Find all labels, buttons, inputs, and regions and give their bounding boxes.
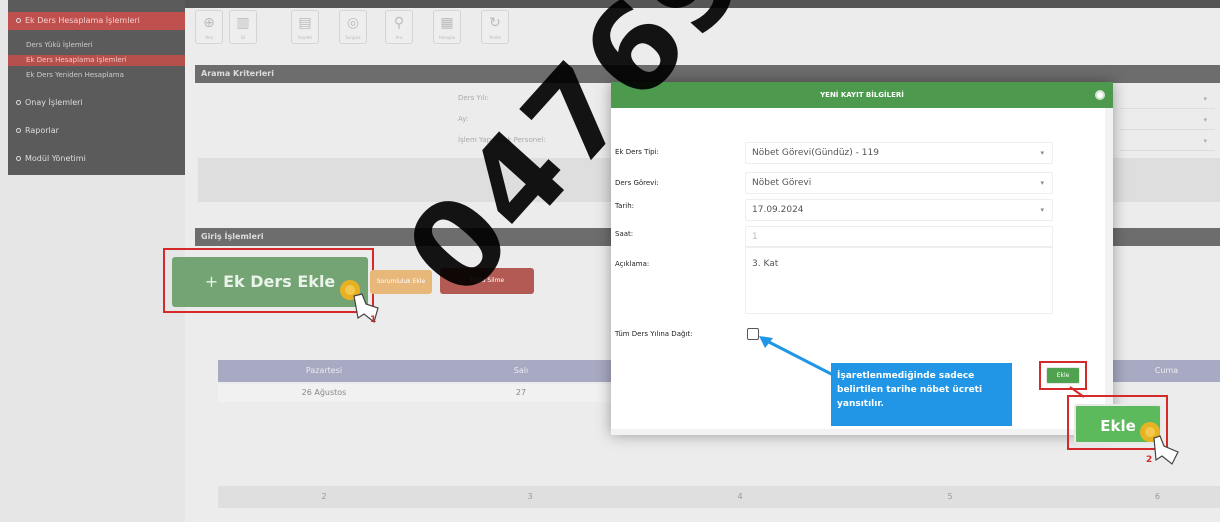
aciklama-label: Açıklama:: [615, 260, 650, 268]
toolbar-new-button[interactable]: ⊕ Yeni: [195, 10, 223, 44]
info-tooltip: İşaretlenmediğinde sadece belirtilen tar…: [831, 363, 1012, 426]
toolbar-search-button[interactable]: ⚲ Ara: [385, 10, 413, 44]
tarih-input[interactable]: 17.09.2024 ▾: [745, 199, 1053, 221]
search-criteria-header: Arama Kriterleri: [195, 65, 1220, 83]
circle-icon: [16, 128, 21, 133]
ek-ders-tipi-label: Ek Ders Tipi:: [615, 148, 659, 156]
calendar-cell[interactable]: 26 Ağustos: [218, 384, 430, 402]
toolbar-calc-button[interactable]: ▦ Hesapla: [433, 10, 461, 44]
calculator-icon: ▦: [440, 15, 454, 31]
redo-icon: ↻: [489, 15, 501, 31]
calendar-header-monday: Pazartesi: [218, 360, 430, 382]
ay-select[interactable]: ▾: [1120, 116, 1215, 130]
calendar-cell[interactable]: 5: [850, 486, 1050, 508]
modal-horizontal-scrollbar[interactable]: [611, 429, 1105, 435]
hand-cursor-icon: 1: [340, 280, 379, 325]
toolbar-refresh-button[interactable]: ↻ Yenile: [481, 10, 509, 44]
calendar-cell[interactable]: 6: [1050, 486, 1220, 508]
hand-cursor-icon: 2: [1140, 422, 1179, 465]
chevron-down-icon: ▾: [1040, 206, 1044, 214]
refresh-icon: ◎: [346, 15, 360, 31]
circle-icon: [16, 18, 21, 23]
modal-vertical-scrollbar[interactable]: [1105, 108, 1113, 435]
sidebar-subitem-ek-ders-hesaplama[interactable]: Ek Ders Hesaplama İşlemleri: [8, 55, 185, 66]
sidebar-subitem-yeniden-hesaplama[interactable]: Ek Ders Yeniden Hesaplama: [8, 70, 185, 81]
ders-yili-label: Ders Yılı:: [458, 94, 489, 102]
ay-label: Ay:: [458, 115, 469, 123]
bulk-delete-button[interactable]: Toplu Silme: [440, 268, 534, 294]
toolbar-save-button[interactable]: ▤ Kaydet: [291, 10, 319, 44]
search-icon: ⚲: [393, 15, 405, 31]
modal-ekle-button[interactable]: Ekle: [1046, 367, 1080, 384]
step-one-marker: 1: [370, 315, 376, 325]
chevron-down-icon: ▾: [1040, 179, 1044, 187]
toolbar-query-button[interactable]: ◎ Sorgula: [339, 10, 367, 44]
saat-label: Saat:: [615, 230, 634, 238]
ek-ders-tipi-select[interactable]: Nöbet Görevi(Gündüz) - 119 ▾: [745, 142, 1053, 164]
save-icon: ▤: [298, 15, 312, 31]
circle-icon: [16, 100, 21, 105]
plus-icon: +: [204, 272, 219, 291]
calendar-cell[interactable]: 2: [218, 486, 430, 508]
circle-icon: [16, 156, 21, 161]
close-icon[interactable]: [1095, 90, 1105, 100]
sidebar: Ek Ders Hesaplama İşlemleri Ders Yükü İş…: [0, 0, 185, 522]
ders-gorevi-label: Ders Görevi:: [615, 179, 659, 187]
personel-label: İşlem Yapılacak Personel:: [458, 136, 546, 144]
aciklama-textarea[interactable]: 3. Kat: [745, 246, 1053, 314]
calendar-cell[interactable]: 27: [430, 384, 612, 402]
top-bar: [185, 0, 1220, 8]
sidebar-item-raporlar[interactable]: Raporlar: [8, 122, 185, 140]
ders-gorevi-select[interactable]: Nöbet Görevi ▾: [745, 172, 1053, 194]
step-two-marker: 2: [1146, 455, 1152, 465]
chevron-down-icon: ▾: [1040, 149, 1044, 157]
modal-title: YENİ KAYIT BİLGİLERİ: [611, 82, 1113, 108]
calendar-cell[interactable]: 4: [630, 486, 850, 508]
calendar-header-tuesday: Salı: [430, 360, 612, 382]
saat-input[interactable]: 1: [745, 226, 1053, 248]
tum-ders-yilina-dagit-label: Tüm Ders Yılına Dağıt:: [615, 330, 693, 338]
sidebar-item-modul[interactable]: Modül Yönetimi: [8, 150, 185, 168]
personel-select[interactable]: ▾: [1120, 137, 1215, 151]
sidebar-item-ek-ders-hesaplama[interactable]: Ek Ders Hesaplama İşlemleri: [8, 12, 185, 30]
sidebar-item-onay[interactable]: Onay İşlemleri: [8, 94, 185, 112]
sidebar-subitem-ders-yuku[interactable]: Ders Yükü İşlemleri: [8, 40, 185, 51]
ders-yili-select[interactable]: ▾: [1120, 95, 1215, 109]
plus-icon: ⊕: [203, 15, 215, 31]
tarih-label: Tarih:: [615, 202, 635, 210]
calendar-header-friday: Cuma: [1113, 360, 1220, 382]
calendar-cell[interactable]: 3: [430, 486, 630, 508]
toolbar-delete-button[interactable]: ▥ Sil: [229, 10, 257, 44]
trash-icon: ▥: [236, 15, 250, 31]
